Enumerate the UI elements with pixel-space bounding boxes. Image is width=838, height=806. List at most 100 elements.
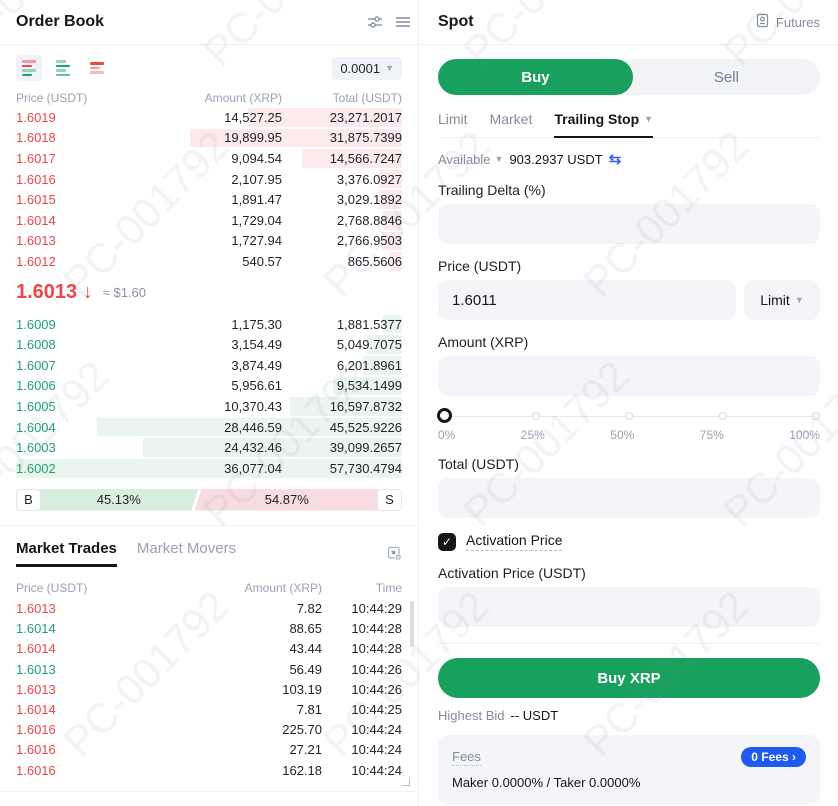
tab-market[interactable]: Market xyxy=(490,111,533,137)
bid-row[interactable]: 1.600324,432.4639,099.2657 xyxy=(16,437,402,458)
trade-row[interactable]: 1.60147.8110:44:25 xyxy=(16,699,402,719)
highest-bid-label: Highest Bid xyxy=(438,708,504,723)
amount-cell: 1,175.30 xyxy=(106,317,282,332)
tab-market-movers[interactable]: Market Movers xyxy=(137,540,236,567)
panel-menu-icon[interactable] xyxy=(396,15,410,29)
scrollbar-thumb[interactable] xyxy=(410,601,414,647)
bid-row[interactable]: 1.60091,175.301,881.5377 xyxy=(16,314,402,335)
tab-trailing-stop[interactable]: Trailing Stop ▼ xyxy=(554,111,653,137)
ask-row[interactable]: 1.60131,727.942,766.9503 xyxy=(16,231,402,252)
price-cell: 1.6003 xyxy=(16,440,106,455)
order-book-view-combined[interactable] xyxy=(16,55,42,81)
total-cell: 9,534.1499 xyxy=(282,378,402,393)
total-cell: 45,525.9226 xyxy=(282,420,402,435)
trade-row[interactable]: 1.6016225.7010:44:24 xyxy=(16,720,402,740)
ask-row[interactable]: 1.6012540.57865.5606 xyxy=(16,251,402,272)
order-book-settings-icon[interactable] xyxy=(366,13,384,31)
panel-divider xyxy=(0,791,418,792)
spot-title: Spot xyxy=(438,13,474,31)
bid-row[interactable]: 1.60065,956.619,534.1499 xyxy=(16,376,402,397)
futures-link[interactable]: Futures xyxy=(755,13,820,31)
trades-list: 1.60137.8210:44:291.601488.6510:44:281.6… xyxy=(16,599,402,781)
trade-time-cell: 10:44:28 xyxy=(322,621,402,636)
ask-row[interactable]: 1.60141,729.042,768.8846 xyxy=(16,210,402,231)
total-cell: 3,029.1892 xyxy=(282,192,402,207)
bid-row[interactable]: 1.600510,370.4316,597.8732 xyxy=(16,396,402,417)
trade-price-cell: 1.6016 xyxy=(16,763,106,778)
trade-time-cell: 10:44:26 xyxy=(322,682,402,697)
expand-window-icon[interactable] xyxy=(386,545,402,561)
buy-sell-toggle: Buy Sell xyxy=(438,59,820,95)
trailing-delta-input[interactable] xyxy=(438,204,820,244)
sell-tab[interactable]: Sell xyxy=(633,59,820,95)
sell-ratio-segment: 54.87% xyxy=(195,489,379,511)
trade-time-cell: 10:44:29 xyxy=(322,601,402,616)
trade-amount-cell: 27.21 xyxy=(106,742,322,757)
trade-row[interactable]: 1.6016162.1810:44:24 xyxy=(16,760,402,780)
trade-row[interactable]: 1.601488.6510:44:28 xyxy=(16,619,402,639)
spot-trade-panel: Spot Futures Buy Sell Limit Market Tra xyxy=(420,0,838,806)
trade-row[interactable]: 1.601627.2110:44:24 xyxy=(16,740,402,760)
trade-amount-cell: 162.18 xyxy=(106,763,322,778)
buy-xrp-button[interactable]: Buy XRP xyxy=(438,658,820,698)
total-cell: 3,376.0927 xyxy=(282,172,402,187)
price-grouping-dropdown[interactable]: 0.0001 ▼ xyxy=(332,57,402,80)
trade-price-cell: 1.6013 xyxy=(16,682,106,697)
resize-handle[interactable] xyxy=(402,778,410,786)
ask-row[interactable]: 1.60151,891.473,029.1892 xyxy=(16,189,402,210)
chevron-down-icon: ▼ xyxy=(495,154,504,164)
bid-row[interactable]: 1.600236,077.0457,730.4794 xyxy=(16,458,402,479)
trade-row[interactable]: 1.601356.4910:44:26 xyxy=(16,659,402,679)
amount-cell: 3,874.49 xyxy=(106,358,282,373)
price-input[interactable]: 1.6011 xyxy=(438,280,736,320)
trade-row[interactable]: 1.6013103.1910:44:26 xyxy=(16,679,402,699)
price-cell: 1.6008 xyxy=(16,337,106,352)
total-cell: 865.5606 xyxy=(282,254,402,269)
amount-slider[interactable] xyxy=(438,408,820,424)
col-price: Price (USDT) xyxy=(16,91,106,105)
total-cell: 6,201.8961 xyxy=(282,358,402,373)
order-book-title: Order Book xyxy=(16,13,104,31)
slider-label: 0% xyxy=(438,428,455,442)
ask-row[interactable]: 1.601819,899.9531,875.7399 xyxy=(16,128,402,149)
available-dropdown[interactable]: Available ▼ xyxy=(438,152,503,167)
col-amount: Amount (XRP) xyxy=(106,91,282,105)
total-cell: 1,881.5377 xyxy=(282,317,402,332)
activation-price-checkbox[interactable]: ✓ xyxy=(438,533,456,551)
bid-row[interactable]: 1.600428,446.5945,525.9226 xyxy=(16,417,402,438)
price-cell: 1.6007 xyxy=(16,358,106,373)
slider-labels: 0%25%50%75%100% xyxy=(438,428,820,442)
order-book-view-bids[interactable] xyxy=(50,55,76,81)
price-mode-dropdown[interactable]: Limit ▼ xyxy=(744,280,820,320)
trade-row[interactable]: 1.601443.4410:44:28 xyxy=(16,639,402,659)
slider-handle[interactable] xyxy=(437,408,452,423)
price-cell: 1.6017 xyxy=(16,151,106,166)
transfer-swap-icon[interactable]: ⇆ xyxy=(609,150,622,168)
zero-fees-badge[interactable]: 0 Fees › xyxy=(741,747,806,767)
ask-row[interactable]: 1.60179,094.5414,566.7247 xyxy=(16,148,402,169)
bid-row[interactable]: 1.60073,874.496,201.8961 xyxy=(16,355,402,376)
total-input[interactable] xyxy=(438,478,820,518)
order-book-view-asks[interactable] xyxy=(84,55,110,81)
price-cell: 1.6012 xyxy=(16,254,106,269)
last-price[interactable]: 1.6013 ↓ xyxy=(16,281,93,304)
asks-view-icon xyxy=(90,62,104,74)
buy-tab[interactable]: Buy xyxy=(438,59,633,95)
trade-row[interactable]: 1.60137.8210:44:29 xyxy=(16,599,402,619)
tab-market-trades[interactable]: Market Trades xyxy=(16,540,117,567)
order-book-panel: Order Book xyxy=(0,0,419,806)
bid-row[interactable]: 1.60083,154.495,049.7075 xyxy=(16,334,402,355)
ask-row[interactable]: 1.60162,107.953,376.0927 xyxy=(16,169,402,190)
tab-limit[interactable]: Limit xyxy=(438,111,468,137)
trade-amount-cell: 103.19 xyxy=(106,682,322,697)
price-cell: 1.6016 xyxy=(16,172,106,187)
trade-time-cell: 10:44:24 xyxy=(322,742,402,757)
amount-input[interactable] xyxy=(438,356,820,396)
fees-label[interactable]: Fees xyxy=(452,749,481,766)
ask-row[interactable]: 1.601914,527.2523,271.2017 xyxy=(16,107,402,128)
available-balance: 903.2937 USDT xyxy=(509,152,602,167)
activation-price-input[interactable] xyxy=(438,587,820,627)
futures-label: Futures xyxy=(776,15,820,30)
slider-label: 100% xyxy=(789,428,820,442)
activation-price-checkbox-label[interactable]: Activation Price xyxy=(466,532,562,551)
